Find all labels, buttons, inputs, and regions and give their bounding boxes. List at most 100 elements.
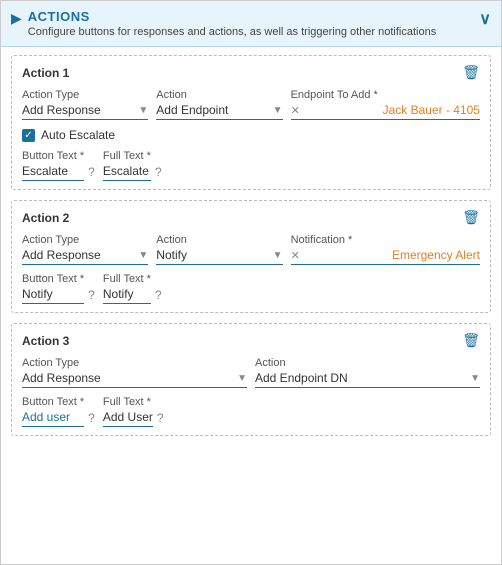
action-2-button-text-label: Button Text *: [22, 273, 84, 285]
action-2-action-value: Notify: [156, 248, 187, 262]
action-2-full-text-wrapper: Full Text * Notify ?: [103, 273, 162, 304]
action-2-full-text-label: Full Text *: [103, 273, 151, 285]
action-2-action-label: Action: [156, 234, 282, 246]
action-1-button-text-label: Button Text *: [22, 150, 84, 162]
action-1-button-text-group: Button Text * Escalate: [22, 150, 84, 181]
action-2-type-group: Action Type Add Response ▼: [22, 234, 148, 265]
action-1-button-row: Button Text * Escalate ? Full Text * Esc…: [22, 150, 480, 181]
action-2-notification-label: Notification *: [291, 234, 480, 246]
action-3-full-text-group: Full Text * Add User: [103, 396, 153, 427]
action-2-type-value: Add Response: [22, 248, 101, 262]
header-content: ACTIONS Configure buttons for responses …: [28, 9, 436, 38]
action-1-auto-escalate-checkbox[interactable]: ✓: [22, 129, 35, 142]
action-1-button-text-value: Escalate: [22, 164, 68, 178]
action-1-fields-row: Action Type Add Response ▼ Action Add En…: [22, 89, 480, 120]
action-1-type-value: Add Response: [22, 103, 101, 117]
panel-title: ACTIONS: [28, 9, 436, 24]
action-2-notification-value: Emergency Alert: [392, 248, 480, 262]
action-1-button-text-help-icon[interactable]: ?: [88, 165, 95, 179]
action-1-endpoint-label: Endpoint To Add *: [291, 89, 480, 101]
action-1-delete-icon[interactable]: 🗑: [462, 64, 480, 81]
action-1-type-label: Action Type: [22, 89, 148, 101]
expand-icon[interactable]: ▶: [11, 10, 22, 27]
action-1-action-arrow: ▼: [273, 105, 283, 116]
action-2-notification-field[interactable]: ✕ Emergency Alert: [291, 248, 480, 265]
action-1-full-text-value: Escalate: [103, 164, 149, 178]
action-1-endpoint-value: Jack Bauer - 4105: [383, 103, 480, 117]
action-2-fields-row: Action Type Add Response ▼ Action Notify…: [22, 234, 480, 265]
action-3-full-text-wrapper: Full Text * Add User ?: [103, 396, 164, 427]
action-2-action-arrow: ▼: [273, 250, 283, 261]
action-3-title: Action 3: [22, 334, 69, 348]
collapse-icon[interactable]: ∨: [479, 9, 491, 29]
action-3-full-text-help-icon[interactable]: ?: [157, 411, 164, 425]
action-3-action-group: Action Add Endpoint DN ▼: [255, 357, 480, 388]
action-3-action-value: Add Endpoint DN: [255, 371, 348, 385]
action-1-title: Action 1: [22, 66, 69, 80]
action-2-section: Action 2 🗑 Action Type Add Response ▼ Ac…: [11, 200, 491, 313]
action-3-full-text-value: Add User: [103, 410, 153, 424]
action-2-action-dropdown[interactable]: Notify ▼: [156, 248, 282, 265]
action-2-full-text-field[interactable]: Notify: [103, 287, 151, 304]
action-1-full-text-label: Full Text *: [103, 150, 151, 162]
action-1-full-text-field[interactable]: Escalate: [103, 164, 151, 181]
action-3-button-text-field[interactable]: Add user: [22, 410, 84, 427]
action-3-type-group: Action Type Add Response ▼: [22, 357, 247, 388]
action-1-endpoint-field[interactable]: ✕ Jack Bauer - 4105: [291, 103, 480, 120]
action-3-type-label: Action Type: [22, 357, 247, 369]
action-1-type-dropdown[interactable]: Add Response ▼: [22, 103, 148, 120]
action-3-button-text-group: Button Text * Add user: [22, 396, 84, 427]
action-2-notification-clear-icon[interactable]: ✕: [291, 249, 300, 262]
action-1-action-group: Action Add Endpoint ▼: [156, 89, 282, 120]
action-3-button-row: Button Text * Add user ? Full Text * Add…: [22, 396, 480, 427]
action-2-header: Action 2 🗑: [22, 209, 480, 226]
action-2-full-text-help-icon[interactable]: ?: [155, 288, 162, 302]
action-3-full-text-field[interactable]: Add User: [103, 410, 153, 427]
action-1-endpoint-group: Endpoint To Add * ✕ Jack Bauer - 4105: [291, 89, 480, 120]
action-2-title: Action 2: [22, 211, 69, 225]
action-3-type-value: Add Response: [22, 371, 101, 385]
action-3-action-label: Action: [255, 357, 480, 369]
action-2-type-dropdown[interactable]: Add Response ▼: [22, 248, 148, 265]
action-2-delete-icon[interactable]: 🗑: [462, 209, 480, 226]
action-1-full-text-group: Full Text * Escalate: [103, 150, 151, 181]
header-left: ▶ ACTIONS Configure buttons for response…: [11, 9, 436, 38]
action-2-button-row: Button Text * Notify ? Full Text * Notif…: [22, 273, 480, 304]
action-2-button-text-help-icon[interactable]: ?: [88, 288, 95, 302]
action-3-button-text-help-icon[interactable]: ?: [88, 411, 95, 425]
action-1-auto-escalate-label: Auto Escalate: [41, 128, 115, 142]
action-1-button-text-wrapper: Button Text * Escalate ?: [22, 150, 95, 181]
action-2-type-arrow: ▼: [138, 250, 148, 261]
action-1-type-arrow: ▼: [138, 105, 148, 116]
panel-header: ▶ ACTIONS Configure buttons for response…: [1, 1, 501, 47]
action-2-button-text-field[interactable]: Notify: [22, 287, 84, 304]
action-2-type-label: Action Type: [22, 234, 148, 246]
action-3-header: Action 3 🗑: [22, 332, 480, 349]
action-3-delete-icon[interactable]: 🗑: [462, 332, 480, 349]
action-1-action-dropdown[interactable]: Add Endpoint ▼: [156, 103, 282, 120]
action-1-full-text-wrapper: Full Text * Escalate ?: [103, 150, 162, 181]
action-3-type-dropdown[interactable]: Add Response ▼: [22, 371, 247, 388]
panel-subtitle: Configure buttons for responses and acti…: [28, 26, 436, 38]
action-2-action-group: Action Notify ▼: [156, 234, 282, 265]
action-1-full-text-help-icon[interactable]: ?: [155, 165, 162, 179]
action-1-endpoint-clear-icon[interactable]: ✕: [291, 104, 300, 117]
action-1-type-group: Action Type Add Response ▼: [22, 89, 148, 120]
action-3-action-dropdown[interactable]: Add Endpoint DN ▼: [255, 371, 480, 388]
action-3-fields-row: Action Type Add Response ▼ Action Add En…: [22, 357, 480, 388]
action-2-full-text-value: Notify: [103, 287, 134, 301]
actions-body: Action 1 🗑 Action Type Add Response ▼ Ac…: [1, 47, 501, 454]
action-2-notification-group: Notification * ✕ Emergency Alert: [291, 234, 480, 265]
action-3-section: Action 3 🗑 Action Type Add Response ▼ Ac…: [11, 323, 491, 436]
action-2-button-text-value: Notify: [22, 287, 53, 301]
action-3-type-arrow: ▼: [237, 373, 247, 384]
action-1-action-label: Action: [156, 89, 282, 101]
action-1-button-text-field[interactable]: Escalate: [22, 164, 84, 181]
action-3-button-text-label: Button Text *: [22, 396, 84, 408]
action-3-full-text-label: Full Text *: [103, 396, 153, 408]
action-3-button-text-wrapper: Button Text * Add user ?: [22, 396, 95, 427]
action-1-section: Action 1 🗑 Action Type Add Response ▼ Ac…: [11, 55, 491, 190]
action-1-action-value: Add Endpoint: [156, 103, 228, 117]
action-2-full-text-group: Full Text * Notify: [103, 273, 151, 304]
action-3-button-text-value: Add user: [22, 410, 70, 424]
